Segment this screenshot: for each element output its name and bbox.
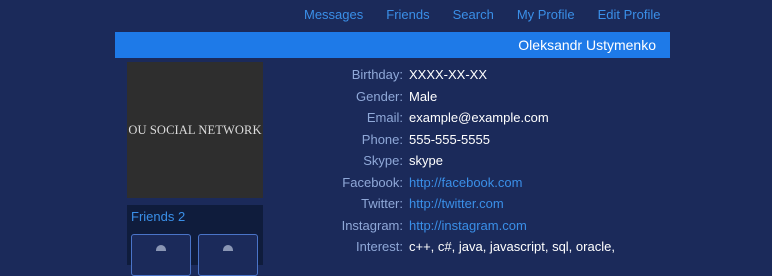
friends-count-link[interactable]: Friends 2 (131, 209, 185, 224)
nav-search-link[interactable]: Search (453, 6, 494, 24)
detail-row-skype: Skype: skype (270, 150, 670, 171)
email-label: Email: (366, 110, 403, 125)
top-navigation: Messages Friends Search My Profile Edit … (304, 6, 660, 24)
detail-row-interest: Interest: c++, c#, java, javascript, sql… (270, 236, 670, 257)
nav-messages-link[interactable]: Messages (304, 6, 363, 24)
detail-row-gender: Gender: Male (270, 86, 670, 107)
interest-label: Interest: (356, 239, 403, 254)
friend-card[interactable] (198, 234, 258, 276)
facebook-link[interactable]: http://facebook.com (409, 172, 522, 193)
friend-card[interactable] (131, 234, 191, 276)
nav-friends-link[interactable]: Friends (386, 6, 429, 24)
avatar-logo-text: OU SOCIAL NETWORK (128, 122, 262, 137)
birthday-label: Birthday: (351, 67, 403, 82)
skype-label: Skype: (363, 153, 403, 168)
profile-header-bar: Oleksandr Ustymenko (115, 32, 670, 58)
birthday-value: XXXX-XX-XX (409, 67, 488, 82)
detail-row-birthday: Birthday: XXXX-XX-XX (270, 64, 670, 85)
interest-value: c++, c#, java, javascript, sql, oracle, (409, 239, 615, 254)
friend-avatar-icon (156, 245, 166, 251)
detail-row-email: Email: example@example.com (270, 107, 670, 128)
gender-label: Gender: (356, 88, 403, 104)
gender-value: Male (409, 88, 438, 104)
skype-value: skype (409, 153, 443, 168)
detail-row-twitter: Twitter: http://twitter.com (270, 193, 670, 214)
detail-row-instagram: Instagram: http://instagram.com (270, 215, 670, 236)
facebook-label: Facebook: (342, 174, 403, 190)
instagram-label: Instagram: (341, 217, 403, 233)
phone-value: 555-555-5555 (409, 131, 490, 147)
nav-my-profile-link[interactable]: My Profile (517, 6, 575, 24)
profile-avatar: OU SOCIAL NETWORK (127, 62, 263, 198)
email-value: example@example.com (409, 110, 549, 125)
friends-panel: Friends 2 (127, 205, 263, 276)
instagram-link[interactable]: http://instagram.com (409, 215, 527, 236)
phone-label: Phone: (361, 131, 403, 147)
twitter-label: Twitter: (361, 196, 403, 211)
friend-avatar-icon (223, 245, 233, 251)
nav-edit-profile-link[interactable]: Edit Profile (598, 6, 661, 24)
twitter-link[interactable]: http://twitter.com (409, 193, 504, 214)
detail-row-facebook: Facebook: http://facebook.com (270, 172, 670, 193)
profile-name: Oleksandr Ustymenko (518, 37, 656, 53)
detail-row-phone: Phone: 555-555-5555 (270, 129, 670, 150)
